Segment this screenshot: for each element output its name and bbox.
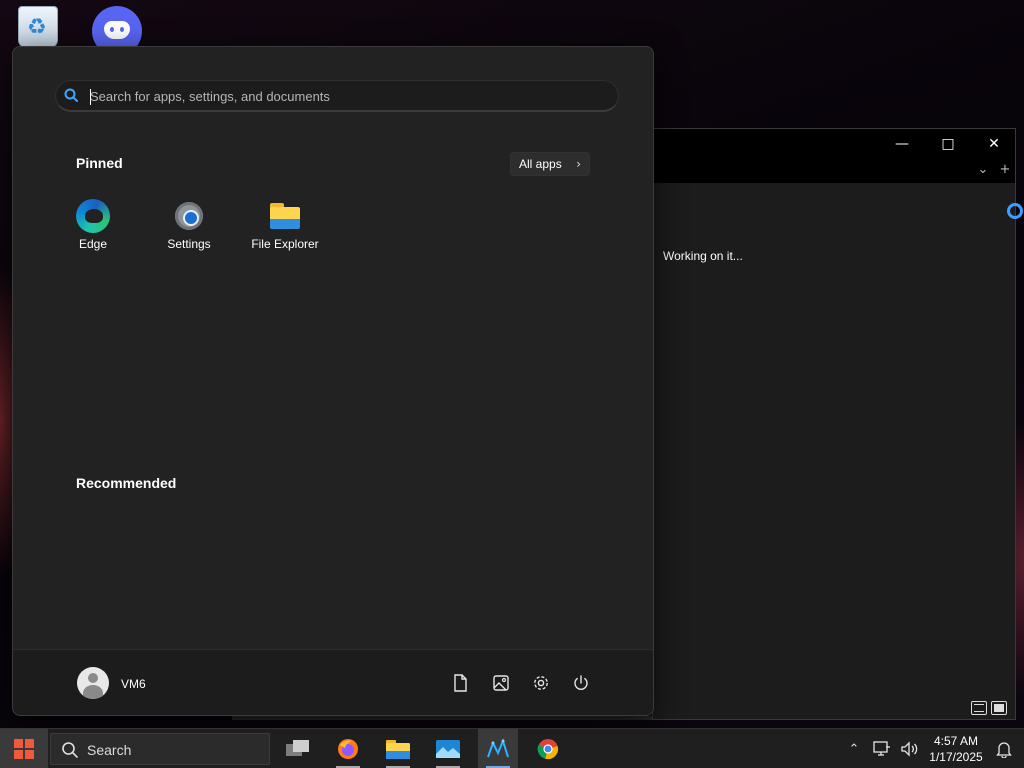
firefox-icon bbox=[338, 739, 358, 759]
recommended-heading: Recommended bbox=[76, 475, 177, 491]
pinned-app-label: Edge bbox=[78, 237, 108, 251]
volume-icon[interactable] bbox=[898, 729, 922, 768]
windows-logo-quad bbox=[25, 750, 34, 759]
all-apps-button[interactable]: All apps › bbox=[510, 152, 590, 176]
windows-logo-quad bbox=[25, 739, 34, 748]
pinned-app-settings[interactable]: Settings bbox=[144, 197, 234, 259]
start-button[interactable] bbox=[0, 729, 48, 768]
taskbar-search-label: Search bbox=[87, 742, 132, 758]
status-text: Working on it... bbox=[663, 249, 743, 263]
large-view-icon[interactable] bbox=[991, 701, 1007, 715]
chrome-icon bbox=[537, 739, 558, 760]
taskbar: Search ⌃ 4:57 AM 1/17/2025 bbox=[0, 728, 1024, 768]
folder-icon bbox=[386, 740, 410, 759]
text-caret bbox=[90, 89, 91, 105]
app-sparkle-icon bbox=[487, 738, 509, 758]
settings-icon[interactable] bbox=[530, 672, 552, 694]
chevron-up-icon: ⌃ bbox=[848, 741, 860, 757]
taskbar-clock[interactable]: 4:57 AM 1/17/2025 bbox=[920, 733, 992, 765]
recycle-bin-icon[interactable] bbox=[18, 6, 58, 48]
pinned-app-label: File Explorer bbox=[251, 237, 319, 251]
all-apps-label: All apps bbox=[519, 157, 562, 171]
close-button[interactable]: ✕ bbox=[971, 129, 1017, 159]
start-search-box[interactable] bbox=[55, 80, 619, 112]
pinned-app-edge[interactable]: Edge bbox=[48, 197, 138, 259]
details-view-icon[interactable] bbox=[971, 701, 987, 715]
user-avatar[interactable] bbox=[77, 667, 109, 699]
notifications-bell-icon[interactable] bbox=[992, 729, 1016, 768]
maximize-button[interactable]: □ bbox=[925, 129, 971, 159]
taskbar-firefox[interactable] bbox=[328, 729, 368, 768]
minimize-button[interactable]: — bbox=[879, 129, 925, 159]
network-icon[interactable] bbox=[870, 729, 894, 768]
window-edge bbox=[232, 716, 652, 720]
documents-icon[interactable] bbox=[449, 672, 471, 694]
taskbar-file-explorer[interactable] bbox=[378, 729, 418, 768]
loading-spinner-icon bbox=[1007, 203, 1023, 219]
task-view-button[interactable] bbox=[278, 729, 318, 768]
window-titlebar[interactable]: — □ ✕ bbox=[653, 129, 1015, 159]
pictures-icon[interactable] bbox=[490, 672, 512, 694]
windows-logo-icon bbox=[14, 739, 23, 748]
background-app-window[interactable]: — □ ✕ ⌄ + Working on it... bbox=[652, 128, 1023, 720]
show-hidden-icons-button[interactable]: ⌃ bbox=[844, 729, 864, 768]
power-icon[interactable] bbox=[570, 672, 592, 694]
taskbar-photos[interactable] bbox=[428, 729, 468, 768]
settings-gear-icon bbox=[172, 199, 206, 233]
tab-strip: ⌄ + bbox=[653, 159, 1015, 183]
start-search-input[interactable] bbox=[90, 86, 590, 106]
start-footer: VM6 bbox=[13, 649, 653, 715]
taskbar-search-box[interactable]: Search bbox=[50, 733, 270, 765]
task-view-icon bbox=[286, 740, 309, 756]
new-tab-icon[interactable]: + bbox=[995, 162, 1015, 180]
windows-logo-quad bbox=[14, 750, 23, 759]
pinned-app-label: Settings bbox=[167, 237, 211, 251]
search-icon bbox=[62, 742, 78, 758]
window-content: Working on it... bbox=[653, 183, 1023, 719]
search-icon bbox=[64, 88, 78, 102]
edge-icon bbox=[76, 199, 110, 233]
user-name[interactable]: VM6 bbox=[121, 677, 146, 691]
taskbar-chrome[interactable] bbox=[528, 729, 568, 768]
taskbar-active-app[interactable] bbox=[478, 729, 518, 768]
photos-icon bbox=[436, 740, 460, 758]
pinned-app-file-explorer[interactable]: File Explorer bbox=[240, 197, 330, 259]
clock-time: 4:57 AM bbox=[933, 734, 979, 748]
pinned-heading: Pinned bbox=[76, 155, 123, 171]
start-menu: Pinned All apps › Edge Settings File Exp… bbox=[12, 46, 654, 716]
clock-date: 1/17/2025 bbox=[929, 750, 983, 764]
tab-dropdown-icon[interactable]: ⌄ bbox=[973, 162, 993, 180]
folder-icon bbox=[268, 199, 302, 233]
chevron-right-icon: › bbox=[576, 157, 581, 171]
